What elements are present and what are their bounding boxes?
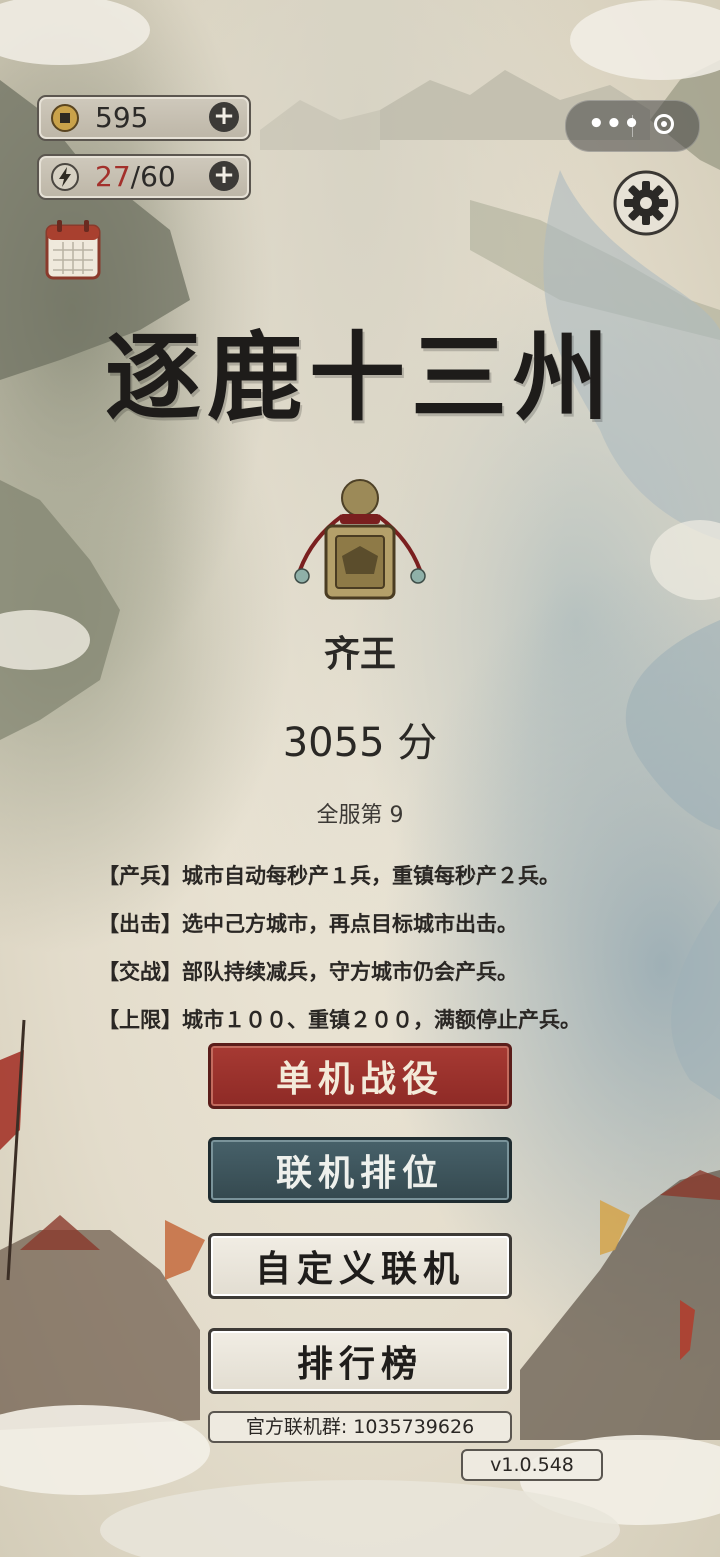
single-player-button[interactable]: 单机战役 <box>208 1043 512 1109</box>
rank-seal-icon <box>294 479 426 600</box>
rule-battle: 【交战】部队持续减兵，守方城市仍会产兵。 <box>98 960 518 984</box>
capsule-divider <box>632 115 633 137</box>
rule-limit: 【上限】城市１００、重镇２００，满额停止产兵。 <box>98 1008 581 1032</box>
rank-title: 齐王 <box>323 633 396 675</box>
server-rank: 全服第 9 <box>316 803 404 828</box>
energy-max: 60 <box>140 160 176 193</box>
add-energy-button[interactable]: + <box>209 161 239 191</box>
coin-counter: 595 + <box>37 95 251 141</box>
ranked-online-button[interactable]: 联机排位 <box>208 1137 512 1203</box>
coin-icon <box>51 104 79 132</box>
energy-value: 27/60 <box>95 160 176 194</box>
leaderboard-button[interactable]: 排行榜 <box>208 1328 512 1394</box>
lightning-icon <box>51 163 79 191</box>
target-icon[interactable] <box>654 114 674 134</box>
version-label: v1.0.548 <box>461 1449 603 1481</box>
calendar-icon[interactable] <box>45 218 101 280</box>
rules-list: 【产兵】城市自动每秒产１兵，重镇每秒产２兵。 【出击】选中己方城市，再点目标城市… <box>98 852 698 1044</box>
official-group-label: 官方联机群: 1035739626 <box>208 1411 512 1443</box>
game-title: 逐鹿十三州 <box>105 321 615 434</box>
rule-produce: 【产兵】城市自动每秒产１兵，重镇每秒产２兵。 <box>98 864 560 888</box>
energy-current: 27 <box>95 160 131 193</box>
add-coins-button[interactable]: + <box>209 102 239 132</box>
player-score: 3055 分 <box>282 720 438 766</box>
landscape-background <box>0 0 720 1557</box>
energy-separator: / <box>130 160 141 193</box>
gear-icon[interactable] <box>613 170 679 236</box>
coin-value: 595 <box>95 101 149 134</box>
rule-attack: 【出击】选中己方城市，再点目标城市出击。 <box>98 912 518 936</box>
miniprogram-capsule: ••• <box>565 100 700 152</box>
custom-online-button[interactable]: 自定义联机 <box>208 1233 512 1299</box>
energy-counter: 27/60 + <box>37 154 251 200</box>
